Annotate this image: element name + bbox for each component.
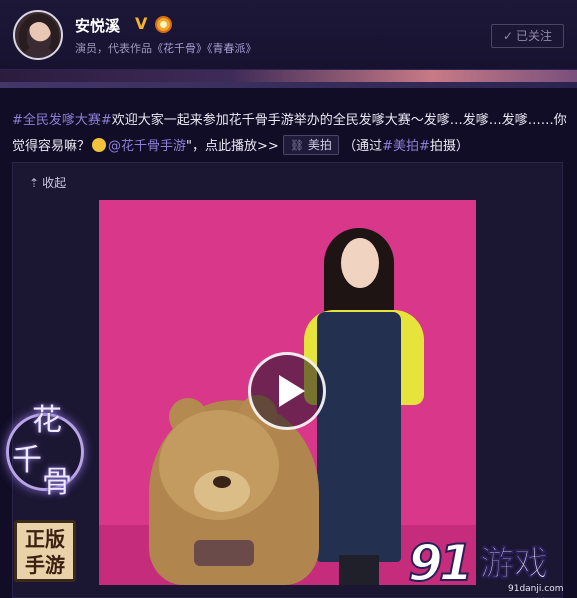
stamp-text-bottom: 手游	[25, 553, 65, 577]
avatar[interactable]	[13, 10, 63, 60]
hashtag-link[interactable]: #全民发嗲大赛#	[12, 113, 112, 128]
logo-glyph: 花	[32, 403, 62, 438]
game-logo: 花 千 骨	[2, 395, 88, 510]
smirk-emoji-icon	[92, 138, 107, 152]
medal-icon	[155, 16, 172, 33]
link-icon: ⛓	[289, 139, 304, 152]
official-stamp: 正版 手游	[14, 520, 76, 582]
collapse-arrow-icon: ⇡	[29, 176, 40, 190]
teddy-bear-nose	[213, 476, 231, 488]
collapse-button[interactable]: ⇡ 收起	[29, 174, 66, 191]
collapse-label: 收起	[42, 176, 67, 190]
meipai-link-label: 美拍	[307, 138, 332, 152]
stamp-text-top: 正版	[25, 527, 65, 551]
site-watermark: 91 游戏 91danji.com	[407, 534, 577, 598]
video-person-legs	[339, 555, 379, 585]
post-body-2: "，点此播放>>	[186, 139, 279, 154]
logo-glyph: 千	[12, 443, 42, 478]
bio-text: 演员，代表作品	[75, 42, 152, 55]
mention-link[interactable]: @花千骨手游	[108, 139, 186, 154]
verified-badge-icon: V	[135, 14, 148, 33]
via-tag-link[interactable]: #美拍#	[382, 139, 430, 154]
follow-button-label: 已关注	[516, 29, 553, 43]
watermark-number: 91	[407, 534, 475, 592]
bio-works: 《花千骨》《青春派》	[152, 42, 257, 55]
video-person-dress	[317, 312, 401, 562]
via-suffix: 拍摄）	[429, 139, 469, 154]
via-prefix: （通过	[343, 139, 383, 154]
checkmark-icon: ✓	[502, 29, 514, 43]
followed-button[interactable]: ✓ 已关注	[491, 24, 564, 48]
username[interactable]: 安悦溪	[75, 15, 120, 36]
watermark-name: 游戏	[480, 544, 549, 584]
logo-glyph: 骨	[42, 465, 72, 500]
watermark-domain: 91danji.com	[508, 584, 564, 594]
user-bio: 演员，代表作品《花千骨》《青春派》	[75, 40, 257, 56]
play-icon[interactable]	[248, 352, 326, 430]
profile-banner	[0, 70, 577, 88]
profile-header: 安悦溪 V 演员，代表作品《花千骨》《青春派》 ✓ 已关注	[0, 0, 577, 70]
post-text: #全民发嗲大赛#欢迎大家一起来参加花千骨手游举办的全民发嗲大赛～发嗲…发嗲…发嗲…	[12, 108, 567, 160]
teddy-bear-bow	[194, 540, 254, 566]
video-person-face	[341, 238, 379, 288]
meipai-link[interactable]: ⛓ 美拍	[282, 135, 339, 155]
